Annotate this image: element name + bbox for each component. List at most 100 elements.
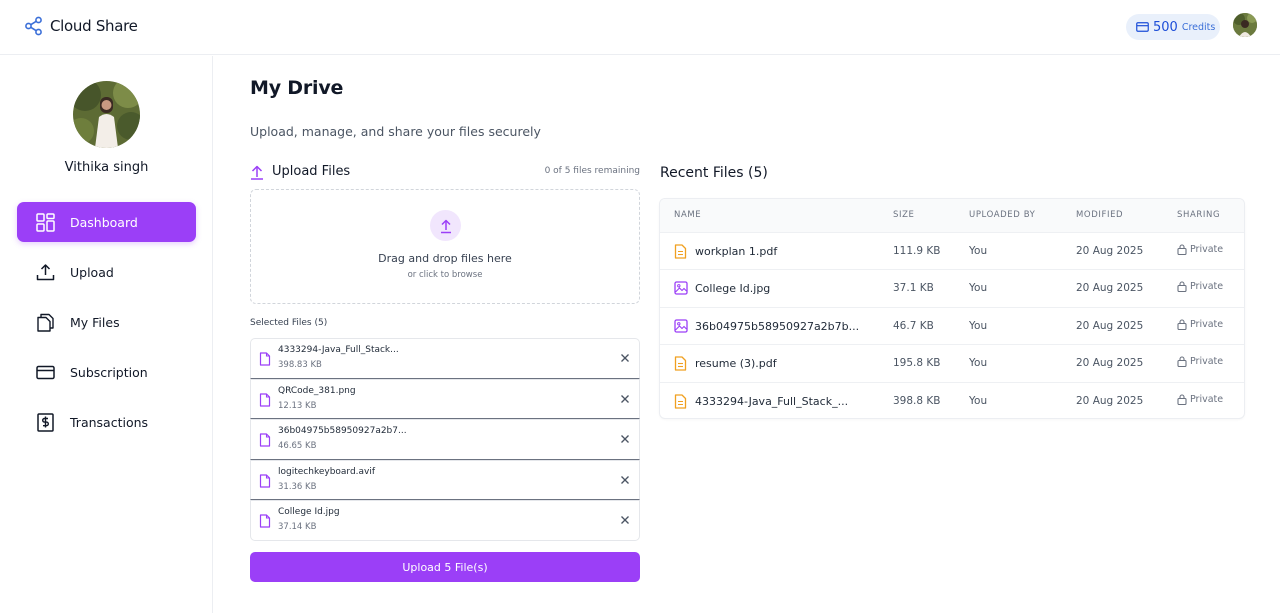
profile-photo [73,81,140,148]
file-size: 46.7 KB [893,319,934,332]
uploaded-by: You [969,394,988,407]
dashboard-grid-icon [36,212,55,232]
upload-arrow-icon [251,165,263,180]
sharing-status[interactable]: Private [1177,281,1224,293]
recent-files-table: NAME SIZE UPLOADED BY MODIFIED SHARING w… [659,198,1245,419]
selected-file-size: 398.83 KB [278,360,322,370]
uploaded-by: You [969,357,988,370]
file-name[interactable]: resume (3).pdf [695,357,777,370]
credits-value: 500 [1153,19,1178,35]
selected-file-name: QRCode_381.png [278,385,356,396]
credit-card-icon [1136,22,1149,32]
sidebar-item-my-files[interactable]: My Files [17,302,196,342]
sharing-label: Private [1190,281,1224,293]
column-header: SHARING [1177,210,1221,220]
file-icon [259,392,271,407]
sidebar-item-label: Upload [70,264,114,280]
sharing-label: Private [1190,318,1224,330]
upload-files-button[interactable]: Upload 5 File(s) [250,552,640,582]
close-icon[interactable] [620,475,630,485]
sidebar-item-transactions[interactable]: Transactions [17,402,196,442]
brand[interactable]: Cloud Share [24,16,138,36]
sidebar-item-label: Dashboard [70,214,138,230]
selected-files-list: 4333294-Java_Full_Stack... 398.83 KB QRC… [250,338,640,541]
file-size: 398.8 KB [893,394,941,407]
file-name[interactable]: 36b04975b58950927a2b7b... [695,320,859,333]
list-item: logitechkeyboard.avif 31.36 KB [250,459,640,501]
selected-file-name: 36b04975b58950927a2b7... [278,426,407,437]
sidebar-item-label: Subscription [70,364,148,380]
upload-icon [36,263,55,280]
list-item: QRCode_381.png 12.13 KB [250,378,640,420]
selected-file-name: 4333294-Java_Full_Stack... [278,345,399,355]
table-row[interactable]: College Id.jpg 37.1 KB You 20 Aug 2025 P… [660,269,1244,306]
lock-icon [1177,281,1187,293]
drop-instructions: Drag and drop files here [378,252,512,265]
dollar-receipt-icon [37,412,54,432]
lock-icon [1177,356,1187,368]
table-row[interactable]: 4333294-Java_Full_Stack_... 398.8 KB You… [660,381,1244,418]
sharing-label: Private [1190,356,1224,368]
lock-icon [1177,319,1187,330]
sidebar: Vithika singh Dashboard Upload My Files … [0,56,213,613]
files-icon [37,313,54,332]
uploaded-by: You [969,282,988,295]
table-row[interactable]: resume (3).pdf 195.8 KB You 20 Aug 2025 … [660,344,1244,381]
document-icon [674,244,687,259]
selected-file-size: 12.13 KB [278,400,317,411]
files-remaining: 0 of 5 files remaining [544,166,640,176]
modified-date: 20 Aug 2025 [1076,319,1144,332]
sharing-status[interactable]: Private [1177,394,1223,405]
close-icon[interactable] [620,515,630,525]
modified-date: 20 Aug 2025 [1076,245,1144,257]
profile-name: Vithika singh [64,160,149,175]
credits-badge[interactable]: 500 Credits [1126,14,1220,40]
close-icon[interactable] [620,434,630,444]
upload-section-header: Upload Files 0 of 5 files remaining [250,164,640,182]
selected-files-label: Selected Files (5) [250,318,328,328]
table-row[interactable]: 36b04975b58950927a2b7b... 46.7 KB You 20… [660,306,1244,344]
drop-upload-icon [430,210,461,241]
document-icon [674,393,687,409]
drop-zone[interactable]: Drag and drop files here or click to bro… [250,189,640,304]
sidebar-item-label: Transactions [70,414,149,430]
close-icon[interactable] [620,353,630,363]
column-header: MODIFIED [1076,210,1124,220]
table-row[interactable]: workplan 1.pdf 111.9 KB You 20 Aug 2025 … [660,232,1244,269]
column-header: SIZE [893,210,915,220]
selected-file-size: 31.36 KB [278,481,317,492]
file-icon [259,433,271,447]
list-item: College Id.jpg 37.14 KB [250,500,640,541]
file-icon [259,474,271,488]
file-name[interactable]: 4333294-Java_Full_Stack_... [695,395,848,408]
sharing-status[interactable]: Private [1177,244,1223,255]
selected-file-name: College Id.jpg [278,507,340,518]
image-icon [674,281,688,296]
sharing-status[interactable]: Private [1177,356,1224,368]
list-item: 36b04975b58950927a2b7... 46.65 KB [250,419,640,460]
file-icon [259,352,271,366]
sharing-label: Private [1190,393,1224,405]
file-name[interactable]: workplan 1.pdf [695,245,777,258]
drop-browse-hint[interactable]: or click to browse [251,270,639,280]
sidebar-item-subscription[interactable]: Subscription [17,352,196,392]
sidebar-item-label: My Files [70,314,120,330]
image-icon [674,319,688,333]
sharing-status[interactable]: Private [1177,319,1223,330]
selected-file-size: 46.65 KB [278,441,317,452]
sidebar-item-upload[interactable]: Upload [17,252,196,292]
avatar[interactable] [1233,13,1257,37]
file-size: 37.1 KB [893,282,934,295]
column-header: NAME [674,210,702,220]
modified-date: 20 Aug 2025 [1076,282,1144,295]
document-icon [674,356,687,371]
close-icon[interactable] [620,394,630,404]
sidebar-item-dashboard[interactable]: Dashboard [17,202,196,242]
selected-file-size: 37.14 KB [278,522,317,533]
lock-icon [1177,394,1187,405]
brand-name: Cloud Share [50,17,138,35]
page-title: My Drive [250,77,344,99]
list-item: 4333294-Java_Full_Stack... 398.83 KB [250,338,640,379]
file-name[interactable]: College Id.jpg [695,282,770,295]
uploaded-by: You [969,319,988,332]
